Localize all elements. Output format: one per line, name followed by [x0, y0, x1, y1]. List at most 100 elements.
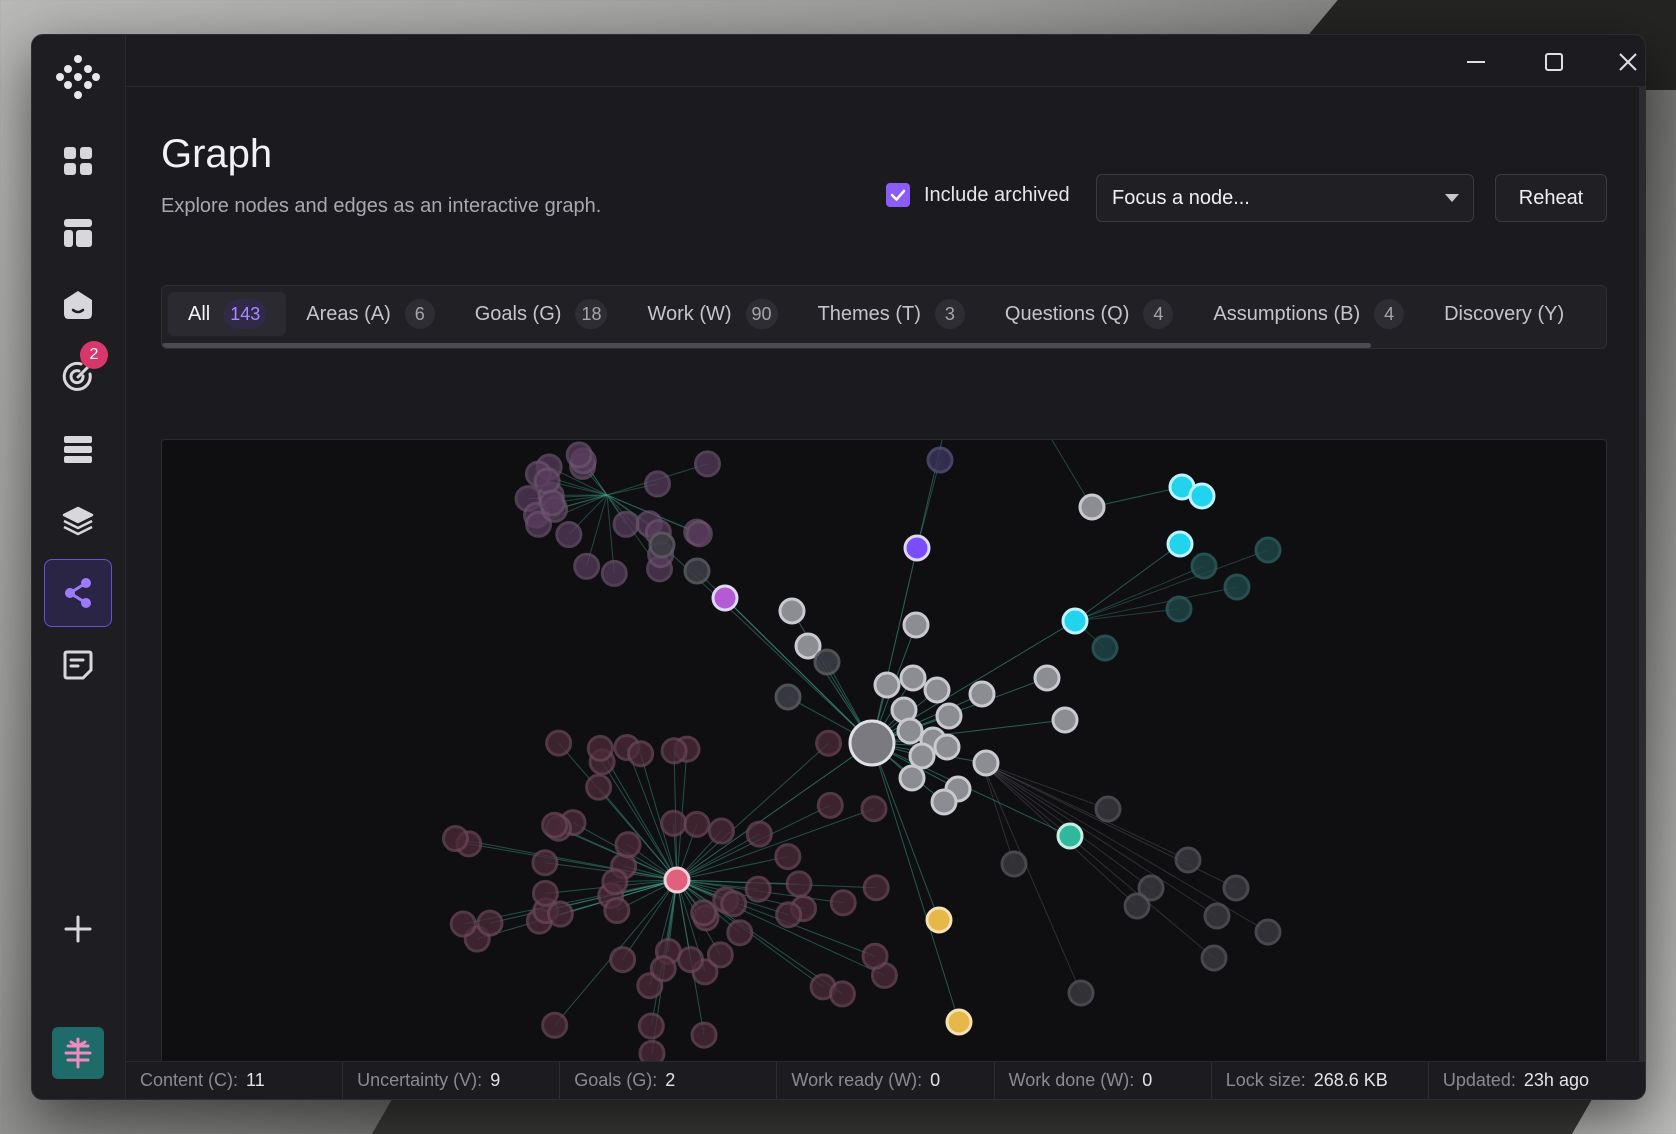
sidebar-item-graph[interactable] [44, 559, 112, 627]
graph-node-36[interactable] [637, 1012, 665, 1040]
graph-node-111[interactable] [1166, 530, 1194, 558]
graph-node-51[interactable] [745, 820, 773, 848]
tab-0[interactable]: All 143 [168, 292, 287, 336]
graph-node-92[interactable] [935, 702, 963, 730]
sidebar-item-layout[interactable] [44, 199, 112, 267]
graph-node-95[interactable] [933, 733, 961, 761]
graph-node-129[interactable] [925, 906, 953, 934]
graph-node-121[interactable] [1222, 874, 1250, 902]
tab-6[interactable]: Assumptions (B) 4 [1193, 292, 1424, 336]
tab-3[interactable]: Work (W) 90 [627, 292, 797, 336]
graph-node-15[interactable] [565, 441, 593, 469]
reheat-button[interactable]: Reheat [1495, 174, 1607, 222]
graph-node-97[interactable] [972, 749, 1000, 777]
maximize-button[interactable] [1537, 45, 1571, 79]
graph-node-82[interactable] [585, 773, 613, 801]
tabs-scrollbar[interactable] [162, 343, 1371, 348]
sidebar-item-goals[interactable]: 2 [44, 341, 112, 411]
graph-node-125[interactable] [1200, 944, 1228, 972]
graph-node-110[interactable] [1188, 482, 1216, 510]
graph-node-13[interactable] [644, 470, 672, 498]
graph-node-104[interactable] [848, 719, 896, 767]
graph-node-11[interactable] [694, 450, 722, 478]
graph-node-133[interactable] [683, 557, 711, 585]
graph-node-89[interactable] [899, 664, 927, 692]
focus-node-select[interactable]: Focus a node... [1096, 174, 1474, 222]
graph-node-132[interactable] [813, 648, 841, 676]
graph-node-78[interactable] [546, 900, 574, 928]
graph-node-72[interactable] [627, 740, 655, 768]
graph-node-70[interactable] [476, 909, 504, 937]
graph-node-59[interactable] [707, 817, 735, 845]
graph-node-26[interactable] [726, 919, 754, 947]
include-archived-toggle[interactable]: Include archived [886, 183, 1070, 207]
graph-node-126[interactable] [1067, 979, 1095, 1007]
graph-node-73[interactable] [649, 955, 677, 983]
main-scrollbar[interactable] [1639, 87, 1645, 1083]
graph-node-80[interactable] [531, 849, 559, 877]
graph-node-134[interactable] [648, 531, 676, 559]
sidebar-item-notes[interactable] [44, 631, 112, 699]
graph-node-108[interactable] [1061, 607, 1089, 635]
graph-node-21[interactable] [685, 520, 713, 548]
app-logo-icon[interactable] [52, 51, 104, 103]
sidebar-item-areas[interactable] [44, 271, 112, 339]
graph-node-69[interactable] [862, 874, 890, 902]
graph-node-22[interactable] [600, 559, 628, 587]
graph-node-39[interactable] [660, 737, 688, 765]
graph-node-74[interactable] [861, 942, 889, 970]
graph-node-112[interactable] [1078, 493, 1106, 521]
graph-node-52[interactable] [744, 875, 772, 903]
graph-node-115[interactable] [1254, 536, 1282, 564]
graph-node-81[interactable] [828, 980, 856, 1008]
graph-node-106[interactable] [903, 534, 931, 562]
graph-node-35[interactable] [660, 809, 688, 837]
graph-node-100[interactable] [930, 788, 958, 816]
graph-node-88[interactable] [873, 671, 901, 699]
graph-node-128[interactable] [1056, 822, 1084, 850]
graph-node-60[interactable] [601, 868, 629, 896]
graph-node-107[interactable] [926, 446, 954, 474]
graph-svg[interactable] [162, 440, 1607, 1073]
graph-node-85[interactable] [778, 597, 806, 625]
graph-node-96[interactable] [908, 742, 936, 770]
graph-node-54[interactable] [545, 729, 573, 757]
sidebar-item-dashboard[interactable] [44, 127, 112, 195]
graph-node-41[interactable] [609, 946, 637, 974]
tab-4[interactable]: Themes (T) 3 [798, 292, 985, 336]
graph-node-127[interactable] [1000, 850, 1028, 878]
graph-node-116[interactable] [1165, 595, 1193, 623]
graph-node-63[interactable] [677, 946, 705, 974]
avatar[interactable] [52, 1027, 104, 1079]
graph-node-65[interactable] [690, 899, 718, 927]
graph-node-124[interactable] [1254, 918, 1282, 946]
graph-node-75[interactable] [720, 890, 748, 918]
graph-node-45[interactable] [785, 870, 813, 898]
graph-node-131[interactable] [774, 683, 802, 711]
graph-node-117[interactable] [1091, 634, 1119, 662]
graph-node-101[interactable] [968, 680, 996, 708]
graph-node-83[interactable] [816, 791, 844, 819]
tab-5[interactable]: Questions (Q) 4 [985, 292, 1193, 336]
graph-node-103[interactable] [1051, 706, 1079, 734]
graph-node-64[interactable] [683, 810, 711, 838]
graph-node-79[interactable] [441, 825, 469, 853]
tab-2[interactable]: Goals (G) 18 [455, 292, 628, 336]
graph-node-122[interactable] [1123, 892, 1151, 920]
graph-node-55[interactable] [690, 1021, 718, 1049]
graph-node-48[interactable] [449, 910, 477, 938]
graph-node-18[interactable] [533, 467, 561, 495]
graph-node-76[interactable] [706, 941, 734, 969]
graph-node-68[interactable] [531, 879, 559, 907]
graph-node-20[interactable] [555, 521, 583, 549]
graph-node-77[interactable] [829, 889, 857, 917]
graph-node-37[interactable] [815, 729, 843, 757]
graph-node-93[interactable] [896, 717, 924, 745]
tab-7[interactable]: Discovery (Y) [1424, 292, 1584, 336]
sidebar-item-list[interactable] [44, 415, 112, 483]
close-button[interactable] [1611, 45, 1645, 79]
graph-node-62[interactable] [775, 901, 803, 929]
graph-node-87[interactable] [902, 611, 930, 639]
graph-node-66[interactable] [614, 831, 642, 859]
include-archived-checkbox[interactable] [886, 183, 910, 207]
